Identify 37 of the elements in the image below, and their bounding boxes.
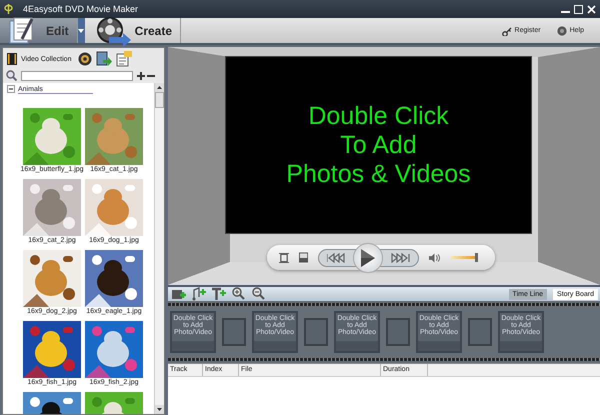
close-icon[interactable] bbox=[587, 4, 596, 14]
import-icon[interactable] bbox=[96, 51, 112, 67]
preview-message: Double Click bbox=[308, 102, 449, 130]
add-music-icon[interactable] bbox=[192, 287, 206, 301]
preview-message: To Add bbox=[340, 130, 417, 160]
rewind-icon[interactable] bbox=[327, 252, 346, 262]
key-icon bbox=[502, 26, 512, 36]
scrollbar[interactable] bbox=[154, 83, 164, 414]
plus-icon[interactable] bbox=[137, 72, 145, 80]
preview-message: Photos & Videos bbox=[286, 160, 471, 188]
scroll-down-icon[interactable] bbox=[157, 408, 162, 411]
add-video-icon[interactable] bbox=[172, 287, 186, 301]
preview-screen[interactable]: Double Click To Add Photos & Videos bbox=[225, 56, 532, 234]
zoom-out-icon[interactable] bbox=[252, 287, 266, 301]
mode-tab[interactable]: Create bbox=[88, 18, 182, 43]
search-field[interactable] bbox=[21, 70, 133, 80]
caret-icon bbox=[78, 28, 84, 32]
window-title: 4Easysoft DVD Movie Maker bbox=[23, 4, 140, 14]
play-icon bbox=[361, 248, 376, 266]
film-icon bbox=[7, 53, 17, 65]
play-button[interactable] bbox=[353, 242, 384, 272]
mode-tab[interactable]: Edit bbox=[0, 18, 78, 43]
search-icon bbox=[6, 70, 17, 81]
collapse-toggle[interactable] bbox=[7, 85, 15, 95]
scroll-up-icon[interactable] bbox=[157, 86, 162, 89]
help-icon bbox=[556, 26, 567, 36]
maximize-icon[interactable] bbox=[574, 4, 583, 14]
zoom-in-icon[interactable] bbox=[232, 287, 246, 301]
add-text-icon[interactable] bbox=[212, 287, 226, 301]
document-icon[interactable] bbox=[116, 51, 132, 67]
app-logo-icon bbox=[4, 4, 13, 14]
fast-forward-icon[interactable] bbox=[391, 252, 410, 262]
scroll-thumb[interactable] bbox=[155, 92, 164, 108]
snapshot-icon[interactable] bbox=[299, 252, 308, 263]
disc-icon[interactable] bbox=[78, 52, 92, 66]
volume-icon[interactable] bbox=[429, 252, 442, 262]
crop-icon[interactable] bbox=[279, 252, 290, 264]
